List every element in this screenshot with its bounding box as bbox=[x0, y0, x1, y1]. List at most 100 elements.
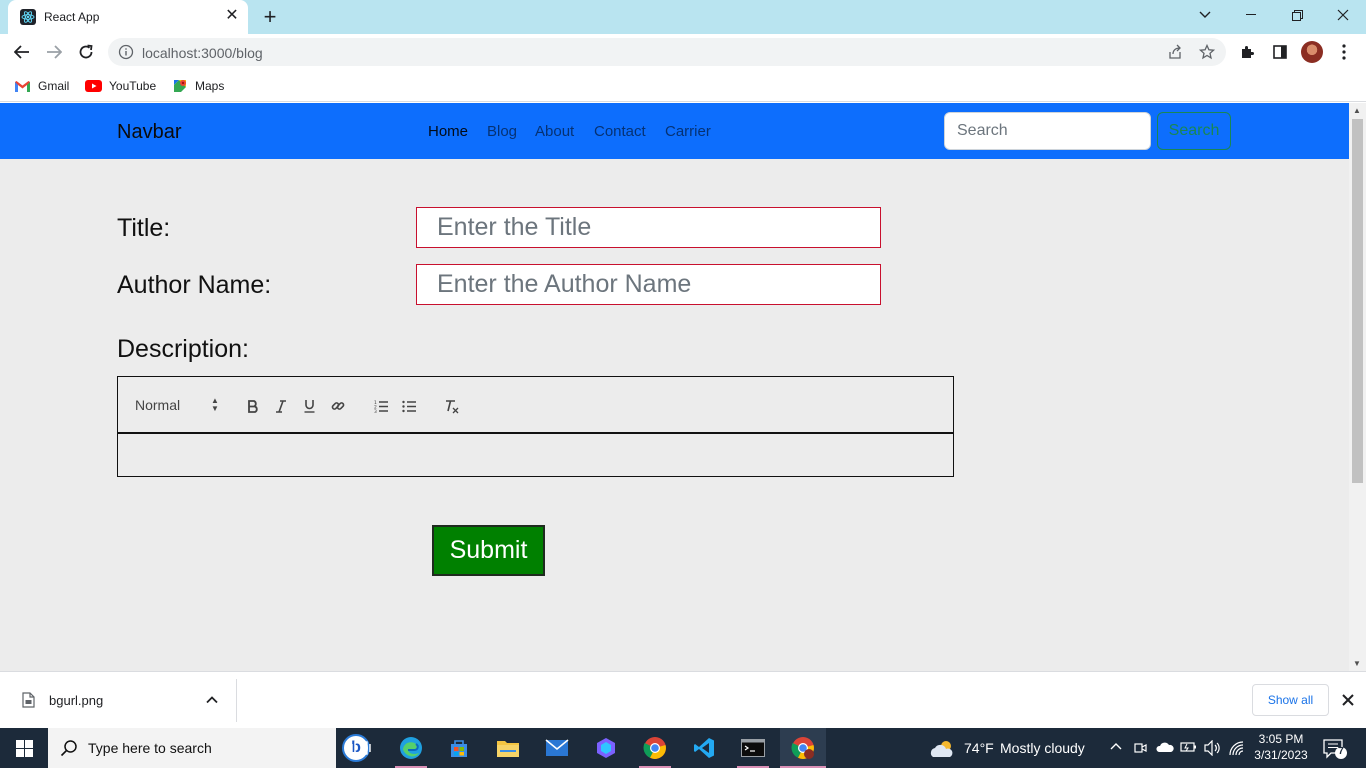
browser-toolbar: localhost:3000/blog bbox=[0, 34, 1366, 70]
nav-link-blog[interactable]: Blog bbox=[487, 123, 517, 140]
battery-plug-icon[interactable] bbox=[1180, 740, 1198, 754]
windows-start-icon[interactable] bbox=[0, 728, 48, 768]
editor-content-area[interactable] bbox=[117, 432, 954, 477]
tab-search-chevron-icon[interactable] bbox=[1182, 0, 1228, 30]
bookmark-maps[interactable]: Maps bbox=[172, 77, 224, 95]
menu-kebab-icon[interactable] bbox=[1334, 42, 1354, 62]
author-input[interactable] bbox=[416, 264, 881, 305]
author-label: Author Name: bbox=[117, 271, 272, 299]
clock-time: 3:05 PM bbox=[1258, 732, 1304, 746]
bookmark-youtube[interactable]: YouTube bbox=[85, 77, 156, 95]
page-scrollbar[interactable]: ▲ ▼ bbox=[1349, 103, 1366, 671]
download-shelf: bgurl.png Show all bbox=[0, 671, 1366, 728]
vscode-icon[interactable] bbox=[689, 734, 719, 762]
taskbar-search-placeholder: Type here to search bbox=[88, 740, 212, 756]
notification-count: 7 bbox=[1338, 746, 1344, 757]
clock-date: 3/31/2023 bbox=[1254, 748, 1308, 762]
react-favicon-icon bbox=[20, 9, 36, 25]
task-view-icon[interactable] bbox=[346, 734, 376, 762]
bookmark-label: Maps bbox=[195, 79, 225, 93]
new-tab-icon[interactable]: + bbox=[260, 6, 280, 28]
chevron-up-icon[interactable] bbox=[1110, 742, 1122, 750]
gmail-icon bbox=[15, 80, 30, 92]
download-file-name[interactable]: bgurl.png bbox=[49, 693, 103, 708]
select-arrows-icon: ▲ ▼ bbox=[211, 396, 219, 413]
bold-icon[interactable] bbox=[244, 397, 262, 415]
volume-icon[interactable] bbox=[1204, 740, 1222, 756]
profile-avatar[interactable] bbox=[1301, 41, 1323, 63]
tab-react-app[interactable]: React App ✕ bbox=[8, 0, 248, 34]
tab-close-icon[interactable]: ✕ bbox=[224, 6, 240, 26]
side-panel-icon[interactable] bbox=[1270, 42, 1290, 62]
window-close-icon[interactable] bbox=[1320, 0, 1366, 30]
weather-temp[interactable]: 74°F bbox=[964, 740, 994, 756]
edge-icon[interactable] bbox=[395, 734, 427, 768]
mail-icon[interactable] bbox=[542, 734, 572, 762]
submit-button[interactable]: Submit bbox=[432, 525, 545, 576]
site-info-icon[interactable] bbox=[118, 44, 134, 60]
weather-cloud-icon[interactable] bbox=[928, 739, 958, 759]
description-editor: Normal ▲ ▼ 123 bbox=[117, 376, 954, 477]
title-label: Title: bbox=[117, 214, 171, 242]
bullet-list-icon[interactable] bbox=[400, 397, 418, 415]
bookmark-label: Gmail bbox=[38, 79, 70, 93]
weather-desc[interactable]: Mostly cloudy bbox=[1000, 740, 1085, 756]
bookmark-star-icon[interactable] bbox=[1198, 43, 1216, 61]
reload-icon[interactable] bbox=[74, 40, 98, 64]
taskbar-search-box[interactable]: Type here to search b bbox=[48, 728, 370, 768]
nav-link-carrier[interactable]: Carrier bbox=[665, 123, 711, 140]
ordered-list-icon[interactable]: 123 bbox=[372, 397, 390, 415]
url-text: localhost:3000/blog bbox=[142, 45, 263, 61]
system-clock[interactable]: 3:05 PM 3/31/2023 bbox=[1248, 731, 1314, 763]
svg-text:3: 3 bbox=[374, 409, 377, 413]
back-arrow-icon[interactable] bbox=[10, 40, 34, 64]
file-explorer-icon[interactable] bbox=[493, 734, 523, 762]
title-input[interactable] bbox=[416, 207, 881, 248]
chevron-up-icon[interactable] bbox=[204, 692, 220, 708]
meet-now-icon[interactable] bbox=[1133, 740, 1147, 756]
underline-icon[interactable] bbox=[300, 397, 318, 415]
navbar-search-input[interactable] bbox=[944, 112, 1151, 150]
shelf-divider bbox=[236, 679, 237, 722]
maps-icon bbox=[174, 80, 186, 92]
scroll-down-icon[interactable]: ▼ bbox=[1353, 659, 1361, 668]
scroll-thumb[interactable] bbox=[1352, 119, 1363, 483]
tab-title: React App bbox=[44, 10, 100, 24]
scroll-up-icon[interactable]: ▲ bbox=[1353, 106, 1361, 115]
navbar-search-button[interactable]: Search bbox=[1157, 112, 1231, 150]
format-select-value: Normal bbox=[135, 397, 181, 413]
address-bar[interactable]: localhost:3000/blog bbox=[108, 38, 1226, 66]
bookmark-gmail[interactable]: Gmail bbox=[14, 77, 69, 95]
notification-center-icon[interactable]: 7 bbox=[1322, 738, 1348, 760]
nav-link-about[interactable]: About bbox=[535, 123, 574, 140]
nav-link-contact[interactable]: Contact bbox=[594, 123, 646, 140]
italic-icon[interactable] bbox=[272, 397, 290, 415]
copilot-app-icon[interactable] bbox=[591, 734, 621, 762]
extensions-icon[interactable] bbox=[1238, 42, 1258, 62]
navbar-brand[interactable]: Navbar bbox=[117, 121, 181, 144]
search-icon bbox=[60, 740, 77, 757]
microsoft-store-icon[interactable] bbox=[444, 734, 474, 762]
onedrive-cloud-icon[interactable] bbox=[1156, 741, 1174, 753]
forward-arrow-icon[interactable] bbox=[42, 40, 66, 64]
page-viewport: Navbar Home Blog About Contact Carrier S… bbox=[0, 103, 1349, 671]
bookmark-label: YouTube bbox=[109, 79, 157, 93]
terminal-icon[interactable] bbox=[737, 734, 769, 768]
windows-taskbar: Type here to search b 74°F Mostly cloudy bbox=[0, 728, 1366, 768]
editor-toolbar: Normal ▲ ▼ 123 bbox=[117, 376, 954, 433]
wifi-icon[interactable] bbox=[1228, 740, 1244, 756]
close-shelf-icon[interactable] bbox=[1339, 691, 1357, 709]
link-icon[interactable] bbox=[329, 397, 347, 415]
chrome-icon[interactable] bbox=[639, 734, 671, 768]
youtube-icon bbox=[85, 80, 102, 92]
minimize-icon[interactable] bbox=[1228, 0, 1274, 30]
show-all-button[interactable]: Show all bbox=[1252, 684, 1329, 716]
share-icon[interactable] bbox=[1166, 43, 1184, 61]
format-select[interactable]: Normal ▲ ▼ bbox=[135, 397, 221, 415]
file-icon bbox=[22, 692, 35, 708]
clear-format-icon[interactable] bbox=[443, 397, 461, 415]
restore-icon[interactable] bbox=[1274, 0, 1320, 30]
nav-link-home[interactable]: Home bbox=[428, 123, 468, 140]
tab-strip: React App ✕ + bbox=[0, 0, 1366, 34]
chrome-profile-icon[interactable] bbox=[780, 728, 826, 768]
